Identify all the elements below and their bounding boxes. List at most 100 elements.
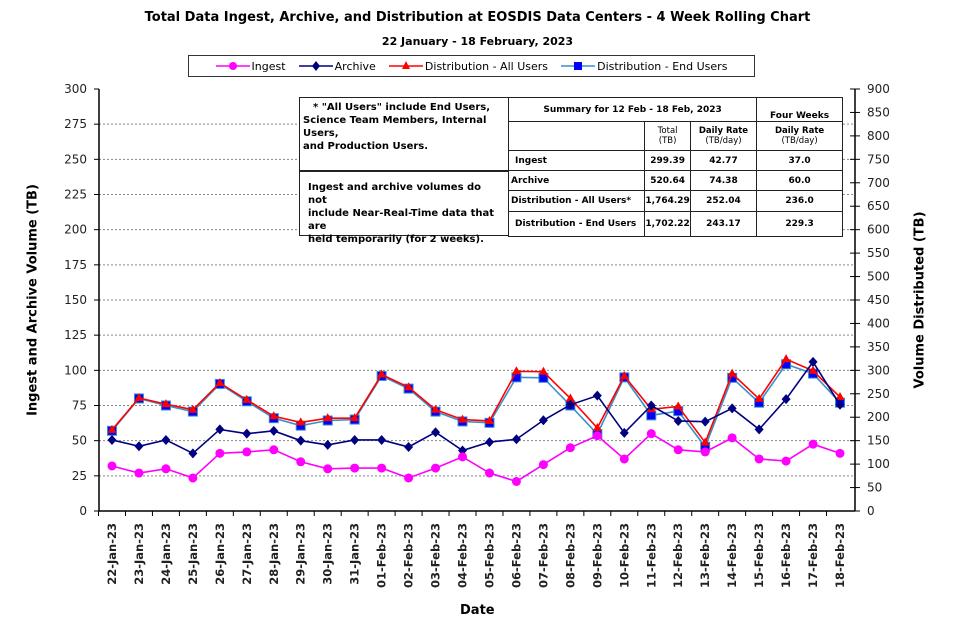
y-tick-label-left: 200 xyxy=(64,223,87,237)
x-tick-label: 22-Jan-23 xyxy=(105,523,119,585)
x-tick-label: 31-Jan-23 xyxy=(348,523,362,585)
note-line: and Production Users. xyxy=(303,141,429,152)
y-tick-label-left: 0 xyxy=(79,504,87,518)
data-point xyxy=(431,463,441,473)
data-point xyxy=(700,447,710,457)
y-tick-label-right: 300 xyxy=(867,363,890,377)
x-tick-label: 10-Feb-23 xyxy=(617,523,631,588)
data-point xyxy=(754,454,764,464)
all-users-note: * "All Users" include End Users, Science… xyxy=(299,97,509,171)
data-point xyxy=(377,463,387,473)
y-tick-label-right: 500 xyxy=(867,270,890,284)
row-total: 1,702.22 xyxy=(644,211,691,237)
data-point xyxy=(484,437,494,448)
data-point xyxy=(511,434,521,445)
row-daily: 252.04 xyxy=(689,190,758,212)
note-line: Ingest and archive volumes do not xyxy=(308,182,482,206)
y-tick-label-right: 550 xyxy=(867,246,890,260)
x-tick-label: 30-Jan-23 xyxy=(321,523,335,585)
data-point xyxy=(215,448,225,458)
data-point xyxy=(188,473,198,483)
table-row: Archive 520.64 74.38 60.0 xyxy=(507,170,843,191)
blank-cell xyxy=(507,121,646,151)
row-four-weeks: 229.3 xyxy=(756,211,843,237)
note-line: * "All Users" include End Users, xyxy=(313,102,490,113)
y-tick-label-left: 225 xyxy=(64,188,87,202)
x-tick-label: 26-Jan-23 xyxy=(213,523,227,585)
data-point xyxy=(161,434,171,445)
table-row: Ingest 299.39 42.77 37.0 xyxy=(507,150,843,171)
x-tick-label: 23-Jan-23 xyxy=(132,523,146,585)
x-tick-label: 02-Feb-23 xyxy=(402,523,416,588)
x-tick-label: 16-Feb-23 xyxy=(779,523,793,588)
data-point xyxy=(107,434,117,445)
data-point xyxy=(404,441,414,452)
y-tick-label-right: 250 xyxy=(867,387,890,401)
y-tick-label-right: 600 xyxy=(867,223,890,237)
row-total: 520.64 xyxy=(644,170,691,191)
row-label: Distribution - All Users* xyxy=(507,190,646,212)
data-point xyxy=(350,463,360,473)
data-point xyxy=(296,435,306,446)
x-tick-label: 15-Feb-23 xyxy=(752,523,766,588)
y-tick-label-left: 275 xyxy=(64,117,87,131)
x-tick-label: 01-Feb-23 xyxy=(375,523,389,588)
data-point xyxy=(808,439,818,449)
y-tick-label-right: 100 xyxy=(867,457,890,471)
row-label: Ingest xyxy=(507,150,646,171)
four-weeks-daily-header: Daily Rate (TB/day) xyxy=(756,121,843,151)
row-label: Distribution - End Users xyxy=(507,211,646,237)
row-four-weeks: 236.0 xyxy=(756,190,843,212)
x-axis-title: Date xyxy=(460,603,495,618)
data-point xyxy=(835,448,845,458)
note-line: held temporarily (for 2 weeks). xyxy=(308,234,484,245)
y-tick-label-right: 900 xyxy=(867,82,890,96)
y-tick-label-right: 400 xyxy=(867,316,890,330)
row-total: 299.39 xyxy=(644,150,691,171)
y-tick-label-left: 125 xyxy=(64,328,87,342)
data-point xyxy=(727,433,737,443)
data-point xyxy=(107,461,117,471)
data-point xyxy=(781,456,791,466)
row-four-weeks: 37.0 xyxy=(756,150,843,171)
data-point xyxy=(269,425,279,436)
data-point xyxy=(242,428,252,439)
y-tick-label-right: 0 xyxy=(867,504,875,518)
x-tick-label: 17-Feb-23 xyxy=(806,523,820,588)
data-point xyxy=(134,441,144,452)
daily-col-header: Daily Rate (TB/day) xyxy=(689,121,758,151)
data-point xyxy=(511,476,521,486)
y-tick-label-right: 650 xyxy=(867,199,890,213)
x-tick-label: 12-Feb-23 xyxy=(671,523,685,588)
data-point xyxy=(161,464,171,474)
data-point xyxy=(673,415,683,426)
data-point xyxy=(242,447,252,457)
four-weeks-header: Four Weeks xyxy=(756,97,843,122)
summary-header: Summary for 12 Feb - 18 Feb, 2023 xyxy=(507,97,758,122)
x-tick-label: 28-Jan-23 xyxy=(267,523,281,585)
row-daily: 42.77 xyxy=(689,150,758,171)
row-four-weeks: 60.0 xyxy=(756,170,843,191)
x-tick-label: 13-Feb-23 xyxy=(698,523,712,588)
note-line: Science Team Members, Internal Users, xyxy=(303,115,487,139)
x-tick-label: 07-Feb-23 xyxy=(536,523,550,588)
data-point xyxy=(431,427,441,438)
y-tick-label-right: 50 xyxy=(867,481,882,495)
data-point xyxy=(781,354,791,363)
y-tick-label-right: 700 xyxy=(867,176,890,190)
x-tick-label: 08-Feb-23 xyxy=(563,523,577,588)
row-daily: 74.38 xyxy=(689,170,758,191)
x-tick-label: 18-Feb-23 xyxy=(833,523,847,588)
data-point xyxy=(296,457,306,467)
data-point xyxy=(538,460,548,470)
x-tick-label: 09-Feb-23 xyxy=(590,523,604,588)
data-point xyxy=(592,431,602,441)
row-daily: 243.17 xyxy=(689,211,758,237)
x-tick-label: 24-Jan-23 xyxy=(159,523,173,585)
x-tick-label: 03-Feb-23 xyxy=(429,523,443,588)
data-point xyxy=(323,439,333,450)
nrt-note: Ingest and archive volumes do not includ… xyxy=(299,171,509,245)
y-axis-right-title: Volume Distributed (TB) xyxy=(912,211,928,389)
x-tick-label: 29-Jan-23 xyxy=(294,523,308,585)
total-col-header: Total (TB) xyxy=(644,121,691,151)
